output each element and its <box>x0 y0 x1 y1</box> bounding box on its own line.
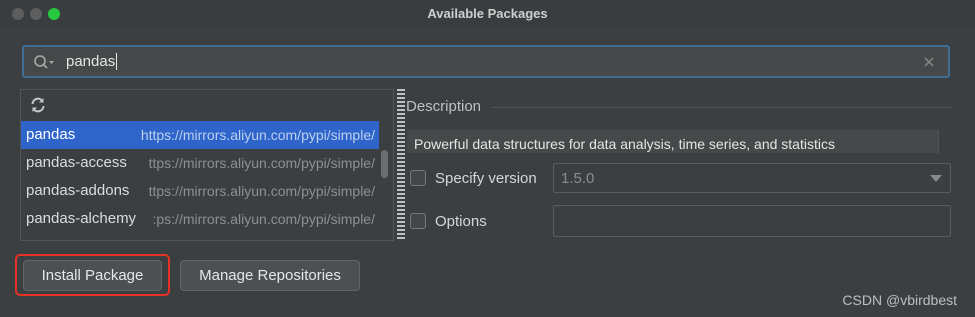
options-field[interactable] <box>553 205 951 237</box>
window-title: Available Packages <box>427 6 548 21</box>
options-checkbox[interactable] <box>410 213 426 229</box>
package-name: pandas-addons <box>26 182 130 199</box>
specify-version-label: Specify version <box>435 170 537 187</box>
package-list: pandas https://mirrors.aliyun.com/pypi/s… <box>21 121 379 233</box>
version-value: 1.5.0 <box>561 170 595 187</box>
options-label: Options <box>435 213 487 230</box>
list-item[interactable]: pandas-addons ttps://mirrors.aliyun.com/… <box>21 177 379 205</box>
package-name: pandas-access <box>26 154 127 171</box>
list-item[interactable]: pandas-access ttps://mirrors.aliyun.com/… <box>21 149 379 177</box>
specify-version-checkbox[interactable] <box>410 170 426 186</box>
package-search-field[interactable]: pandas <box>22 45 950 78</box>
search-input[interactable]: pandas <box>66 53 115 70</box>
title-bar: Available Packages <box>0 0 975 28</box>
install-package-button[interactable]: Install Package <box>23 260 162 291</box>
available-packages-window: Available Packages pandas pandas https:/… <box>0 0 975 317</box>
list-item[interactable]: pandas https://mirrors.aliyun.com/pypi/s… <box>21 121 379 149</box>
description-box: Powerful data structures for data analys… <box>407 130 939 153</box>
description-text: Powerful data structures for data analys… <box>414 136 835 152</box>
package-repository-url: ttps://mirrors.aliyun.com/pypi/simple/ <box>148 149 375 177</box>
package-repository-url: https://mirrors.aliyun.com/pypi/simple/ <box>140 121 375 149</box>
package-name: pandas <box>26 126 76 143</box>
list-item[interactable]: pandas-alchemy :ps://mirrors.aliyun.com/… <box>21 205 379 233</box>
refresh-icon[interactable] <box>29 96 47 114</box>
package-repository-url: ttps://mirrors.aliyun.com/pypi/simple/ <box>148 177 375 205</box>
package-list-panel: pandas https://mirrors.aliyun.com/pypi/s… <box>20 89 394 241</box>
list-scrollbar[interactable] <box>381 150 388 178</box>
panel-splitter[interactable] <box>397 89 405 241</box>
clear-icon[interactable] <box>922 55 936 69</box>
version-select[interactable]: 1.5.0 <box>553 163 951 193</box>
description-divider <box>491 107 951 108</box>
package-name: pandas-alchemy <box>26 210 137 227</box>
search-icon[interactable] <box>33 53 55 71</box>
text-caret <box>116 53 117 70</box>
chevron-down-icon[interactable] <box>930 175 942 183</box>
description-label: Description <box>406 98 482 115</box>
watermark: CSDN @vbirdbest <box>842 292 957 308</box>
package-repository-url: :ps://mirrors.aliyun.com/pypi/simple/ <box>152 205 375 233</box>
manage-repositories-button[interactable]: Manage Repositories <box>180 260 360 291</box>
